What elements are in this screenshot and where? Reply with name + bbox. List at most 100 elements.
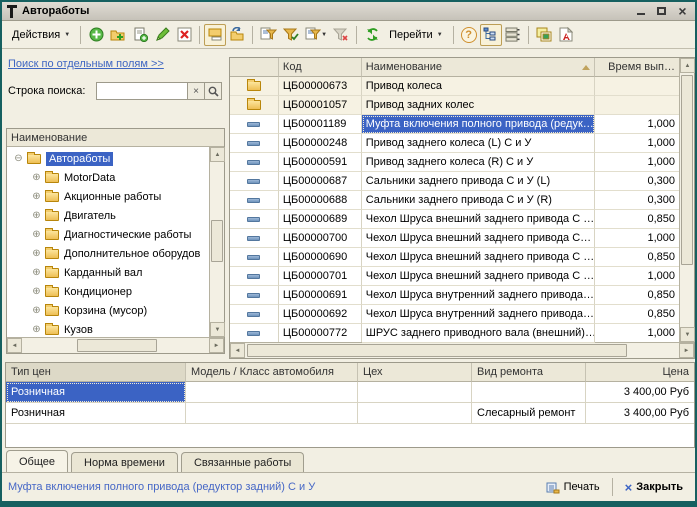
model-column-header[interactable]: Модель / Класс автомобиля bbox=[186, 363, 358, 382]
table-horizontal-scrollbar[interactable]: ◄ ► bbox=[230, 342, 694, 358]
tree-item[interactable]: ⊕Двигатель bbox=[7, 206, 209, 225]
sort-ascending-icon bbox=[582, 65, 590, 70]
scroll-left-icon[interactable]: ◄ bbox=[7, 338, 22, 353]
table-row[interactable]: ЦБ00000248Привод заднего колеса (L) С и … bbox=[230, 134, 679, 153]
tree-item-label: Кузов bbox=[64, 324, 93, 336]
add-button[interactable] bbox=[85, 24, 107, 46]
expand-icon[interactable]: ⊕ bbox=[31, 210, 42, 221]
selected-cell[interactable]: Розничная bbox=[6, 382, 186, 403]
expand-icon[interactable]: ⊕ bbox=[31, 248, 42, 259]
scroll-right-icon[interactable]: ► bbox=[209, 338, 224, 353]
shop-column-header[interactable]: Цех bbox=[358, 363, 472, 382]
price-row[interactable]: Розничная Слесарный ремонт 3 400,00 Руб bbox=[6, 403, 694, 424]
images-button[interactable] bbox=[533, 24, 555, 46]
print-button[interactable]: Печать bbox=[540, 479, 606, 496]
scroll-up-icon[interactable]: ▲ bbox=[210, 147, 225, 162]
tree-item[interactable]: ⊕ Дополнительное оборудов bbox=[7, 244, 209, 263]
close-form-button[interactable]: × Закрыть bbox=[619, 478, 689, 497]
table-vertical-scrollbar[interactable]: ▲ ▼ bbox=[679, 58, 694, 342]
add-group-button[interactable] bbox=[107, 24, 129, 46]
help-button[interactable]: ? bbox=[458, 24, 480, 46]
table-row[interactable]: ЦБ00000700Чехол Шруса внешний заднего пр… bbox=[230, 229, 679, 248]
tree-item[interactable]: ⊕Карданный вал bbox=[7, 263, 209, 282]
tree-vertical-scrollbar[interactable]: ▲ ▼ bbox=[209, 147, 224, 337]
prices-panel: Тип цен Модель / Класс автомобиля Цех Ви… bbox=[5, 362, 695, 448]
search-input[interactable] bbox=[96, 82, 188, 100]
tree-item-label: MotorData bbox=[64, 172, 115, 184]
tree-horizontal-scrollbar[interactable]: ◄ ► bbox=[7, 337, 224, 353]
delete-button[interactable] bbox=[173, 24, 195, 46]
repair-type-column-header[interactable]: Вид ремонта bbox=[472, 363, 586, 382]
tree-view-toggle-button[interactable] bbox=[480, 24, 502, 46]
table-row[interactable]: ЦБ00000689Чехол Шруса внешний заднего пр… bbox=[230, 210, 679, 229]
price-type-column-header[interactable]: Тип цен bbox=[6, 363, 186, 382]
expand-icon[interactable]: ⊕ bbox=[31, 286, 42, 297]
table-row[interactable]: ЦБ00000690Чехол Шруса внешний заднего пр… bbox=[230, 248, 679, 267]
price-row-selected[interactable]: Розничная 3 400,00 Руб bbox=[6, 382, 694, 403]
goto-menu-button[interactable]: Перейти ▼ bbox=[383, 24, 449, 46]
icon-column-header[interactable] bbox=[230, 58, 279, 77]
scroll-up-icon[interactable]: ▲ bbox=[680, 58, 695, 73]
search-icon bbox=[208, 86, 219, 97]
table-row[interactable]: ЦБ00000687Сальники заднего привода С и У… bbox=[230, 172, 679, 191]
code-column-header[interactable]: Код bbox=[279, 58, 362, 77]
table-row[interactable]: ЦБ00000701Чехол Шруса внешний заднего пр… bbox=[230, 267, 679, 286]
scroll-down-icon[interactable]: ▼ bbox=[210, 322, 225, 337]
folder-icon bbox=[45, 306, 59, 316]
close-button[interactable]: × bbox=[675, 5, 690, 18]
collapse-icon[interactable]: ⊖ bbox=[13, 153, 24, 164]
tab-related-works[interactable]: Связанные работы bbox=[181, 452, 304, 472]
tab-time-norm[interactable]: Норма времени bbox=[71, 452, 178, 472]
list-view-button[interactable] bbox=[502, 24, 524, 46]
item-icon bbox=[247, 160, 260, 165]
tree-item[interactable]: ⊕Акционные работы bbox=[7, 187, 209, 206]
actions-menu-button[interactable]: Действия ▼ bbox=[6, 24, 76, 46]
move-item-button[interactable] bbox=[226, 24, 248, 46]
expand-icon[interactable]: ⊕ bbox=[31, 229, 42, 240]
tree-item-label: Дополнительное оборудов bbox=[64, 248, 200, 260]
statusbar: Муфта включения полного привода (редукто… bbox=[2, 472, 695, 501]
scroll-right-icon[interactable]: ► bbox=[679, 343, 694, 358]
selected-cell[interactable]: Муфта включения полного привода (редук… bbox=[362, 115, 595, 134]
expand-icon[interactable]: ⊕ bbox=[31, 172, 42, 183]
search-clear-button[interactable]: × bbox=[188, 82, 205, 100]
table-row[interactable]: ЦБ00001057Привод задних колес bbox=[230, 96, 679, 115]
set-filter-button[interactable] bbox=[257, 24, 280, 46]
expand-icon[interactable]: ⊕ bbox=[31, 305, 42, 316]
time-column-header[interactable]: Время вып… bbox=[595, 58, 679, 77]
table-row-selected[interactable]: ЦБ00001189Муфта включения полного привод… bbox=[230, 115, 679, 134]
tree-item[interactable]: ⊕ MotorData bbox=[7, 168, 209, 187]
copy-button[interactable] bbox=[129, 24, 151, 46]
table-row[interactable]: ЦБ00000691Чехол Шруса внутренний заднего… bbox=[230, 286, 679, 305]
table-row[interactable]: ЦБ00000591Привод заднего колеса (R) С и … bbox=[230, 153, 679, 172]
expand-icon[interactable]: ⊕ bbox=[31, 324, 42, 335]
filter-by-value-button[interactable] bbox=[280, 24, 302, 46]
tree-item[interactable]: ⊕Диагностические работы bbox=[7, 225, 209, 244]
table-row[interactable]: ЦБ00000688Сальники заднего привода С и У… bbox=[230, 191, 679, 210]
tree-root-item[interactable]: ⊖ Автоработы bbox=[7, 149, 209, 168]
scroll-down-icon[interactable]: ▼ bbox=[680, 327, 695, 342]
maximize-button[interactable] bbox=[654, 5, 669, 18]
scroll-left-icon[interactable]: ◄ bbox=[230, 343, 245, 358]
refresh-button[interactable] bbox=[361, 24, 383, 46]
tree-column-header[interactable]: Наименование bbox=[7, 129, 224, 147]
pdf-export-button[interactable] bbox=[555, 24, 577, 46]
search-go-button[interactable] bbox=[205, 82, 222, 100]
clear-filter-button[interactable] bbox=[330, 24, 352, 46]
filter-menu-button[interactable]: ▼ bbox=[302, 24, 330, 46]
table-row[interactable]: ЦБ00000692Чехол Шруса внутренний заднего… bbox=[230, 305, 679, 324]
expand-icon[interactable]: ⊕ bbox=[31, 191, 42, 202]
minimize-button[interactable] bbox=[633, 5, 648, 18]
table-row[interactable]: ЦБ00000673Привод колеса bbox=[230, 77, 679, 96]
price-column-header[interactable]: Цена bbox=[586, 363, 694, 382]
tree-item[interactable]: ⊕Корзина (мусор) bbox=[7, 301, 209, 320]
tree-item[interactable]: ⊕ Кузов bbox=[7, 320, 209, 337]
expand-icon[interactable]: ⊕ bbox=[31, 267, 42, 278]
name-column-header[interactable]: Наименование bbox=[362, 58, 595, 77]
search-by-fields-link[interactable]: Поиск по отдельным полям >> bbox=[8, 58, 164, 70]
hierarchy-view-button[interactable] bbox=[204, 24, 226, 46]
tree-item[interactable]: ⊕Кондиционер bbox=[7, 282, 209, 301]
tab-general[interactable]: Общее bbox=[6, 450, 68, 472]
edit-button[interactable] bbox=[151, 24, 173, 46]
table-row[interactable]: ЦБ00000772ШРУС заднего приводного вала (… bbox=[230, 324, 679, 343]
